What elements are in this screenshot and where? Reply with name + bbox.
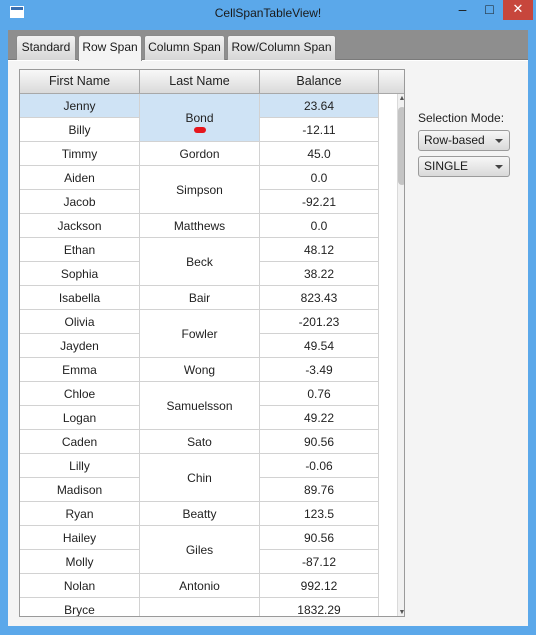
first-name-cell[interactable]: Lilly: [20, 454, 140, 478]
first-name-cell[interactable]: Caden: [20, 430, 140, 454]
balance-cell[interactable]: -201.23: [260, 310, 379, 334]
balance-cell[interactable]: 0.76: [260, 382, 379, 406]
last-name-span-cell[interactable]: Wong: [140, 358, 260, 382]
first-name-cell[interactable]: Isabella: [20, 286, 140, 310]
column-header-balance[interactable]: Balance: [260, 70, 379, 94]
column-header-last-name[interactable]: Last Name: [140, 70, 260, 94]
balance-cell[interactable]: -12.11: [260, 118, 379, 142]
balance-cell[interactable]: -87.12: [260, 550, 379, 574]
last-name-span-cell[interactable]: Beatty: [140, 502, 260, 526]
last-name-span-cell[interactable]: Beck: [140, 238, 260, 286]
balance-cell[interactable]: 0.0: [260, 166, 379, 190]
tab-bar: Standard Row Span Column Span Row/Column…: [8, 30, 528, 61]
scroll-up-arrow-icon[interactable]: ▲: [398, 94, 404, 104]
first-name-cell[interactable]: Ethan: [20, 238, 140, 262]
first-name-cell[interactable]: Logan: [20, 406, 140, 430]
balance-cell[interactable]: 123.5: [260, 502, 379, 526]
first-name-cell[interactable]: Sophia: [20, 262, 140, 286]
scroll-thumb[interactable]: [398, 107, 404, 185]
first-name-cell[interactable]: Billy: [20, 118, 140, 142]
first-name-cell[interactable]: Jayden: [20, 334, 140, 358]
selection-mode-label: Selection Mode:: [418, 111, 505, 125]
column-header-filler: [379, 70, 404, 94]
last-name-span-cell[interactable]: Matthews: [140, 214, 260, 238]
balance-cell[interactable]: 1832.29: [260, 598, 379, 616]
balance-cell[interactable]: 45.0: [260, 142, 379, 166]
column-header-first-name[interactable]: First Name: [20, 70, 140, 94]
first-name-cell[interactable]: Jackson: [20, 214, 140, 238]
tab-standard[interactable]: Standard: [16, 35, 76, 60]
maximize-button[interactable]: □: [476, 0, 503, 20]
balance-cell[interactable]: -3.49: [260, 358, 379, 382]
first-name-cell[interactable]: Ryan: [20, 502, 140, 526]
scroll-down-arrow-icon[interactable]: ▼: [398, 608, 404, 616]
window-client-area: Standard Row Span Column Span Row/Column…: [8, 30, 528, 626]
red-annotation-mark: [194, 127, 206, 133]
balance-cell[interactable]: -92.21: [260, 190, 379, 214]
vertical-scrollbar[interactable]: ▲ ▼: [397, 94, 404, 616]
first-name-cell[interactable]: Bryce: [20, 598, 140, 616]
close-button[interactable]: ✕: [503, 0, 533, 20]
tab-row-span[interactable]: Row Span: [78, 35, 142, 61]
last-name-span-cell[interactable]: Giles: [140, 526, 260, 574]
balance-cell[interactable]: -0.06: [260, 454, 379, 478]
app-window: CellSpanTableView! – □ ✕ Standard Row Sp…: [0, 0, 536, 635]
first-name-cell[interactable]: Chloe: [20, 382, 140, 406]
first-name-cell[interactable]: Jacob: [20, 190, 140, 214]
tab-row-column-span[interactable]: Row/Column Span: [227, 35, 336, 60]
last-name-span-cell[interactable]: Antonio: [140, 574, 260, 598]
balance-cell[interactable]: 90.56: [260, 526, 379, 550]
last-name-span-cell[interactable]: Bair: [140, 286, 260, 310]
tab-content: First Name Last Name Balance Jenny 23.64 B…: [8, 61, 528, 626]
first-name-cell[interactable]: Jenny: [20, 94, 140, 118]
first-name-cell[interactable]: Olivia: [20, 310, 140, 334]
selection-type-combo[interactable]: SINGLE: [418, 156, 510, 177]
last-name-span-cell[interactable]: Bond: [140, 94, 260, 142]
first-name-cell[interactable]: Timmy: [20, 142, 140, 166]
balance-cell[interactable]: 823.43: [260, 286, 379, 310]
last-name-span-cell[interactable]: Chin: [140, 454, 260, 502]
balance-cell[interactable]: 992.12: [260, 574, 379, 598]
balance-cell[interactable]: 49.22: [260, 406, 379, 430]
last-name-span-cell[interactable]: Gordon: [140, 142, 260, 166]
title-bar[interactable]: CellSpanTableView! – □ ✕: [0, 0, 536, 26]
first-name-cell[interactable]: Hailey: [20, 526, 140, 550]
selection-mode-combo[interactable]: Row-based: [418, 130, 510, 151]
tab-column-span[interactable]: Column Span: [144, 35, 225, 60]
last-name-span-cell[interactable]: [140, 598, 260, 616]
last-name-span-cell[interactable]: Fowler: [140, 310, 260, 358]
first-name-cell[interactable]: Molly: [20, 550, 140, 574]
selection-type-value: SINGLE: [424, 159, 469, 173]
minimize-button[interactable]: –: [449, 0, 476, 20]
first-name-cell[interactable]: Emma: [20, 358, 140, 382]
chevron-down-icon: [495, 139, 503, 143]
balance-cell[interactable]: 0.0: [260, 214, 379, 238]
last-name-span-cell[interactable]: Samuelsson: [140, 382, 260, 430]
first-name-cell[interactable]: Nolan: [20, 574, 140, 598]
balance-cell[interactable]: 38.22: [260, 262, 379, 286]
selection-mode-value: Row-based: [424, 133, 485, 147]
last-name-span-cell[interactable]: Sato: [140, 430, 260, 454]
balance-cell[interactable]: 49.54: [260, 334, 379, 358]
cell-span-table[interactable]: First Name Last Name Balance Jenny 23.64 B…: [19, 69, 405, 617]
balance-cell[interactable]: 23.64: [260, 94, 379, 118]
balance-cell[interactable]: 89.76: [260, 478, 379, 502]
last-name-span-cell[interactable]: Simpson: [140, 166, 260, 214]
first-name-cell[interactable]: Aiden: [20, 166, 140, 190]
balance-cell[interactable]: 48.12: [260, 238, 379, 262]
balance-cell[interactable]: 90.56: [260, 430, 379, 454]
first-name-cell[interactable]: Madison: [20, 478, 140, 502]
chevron-down-icon: [495, 165, 503, 169]
